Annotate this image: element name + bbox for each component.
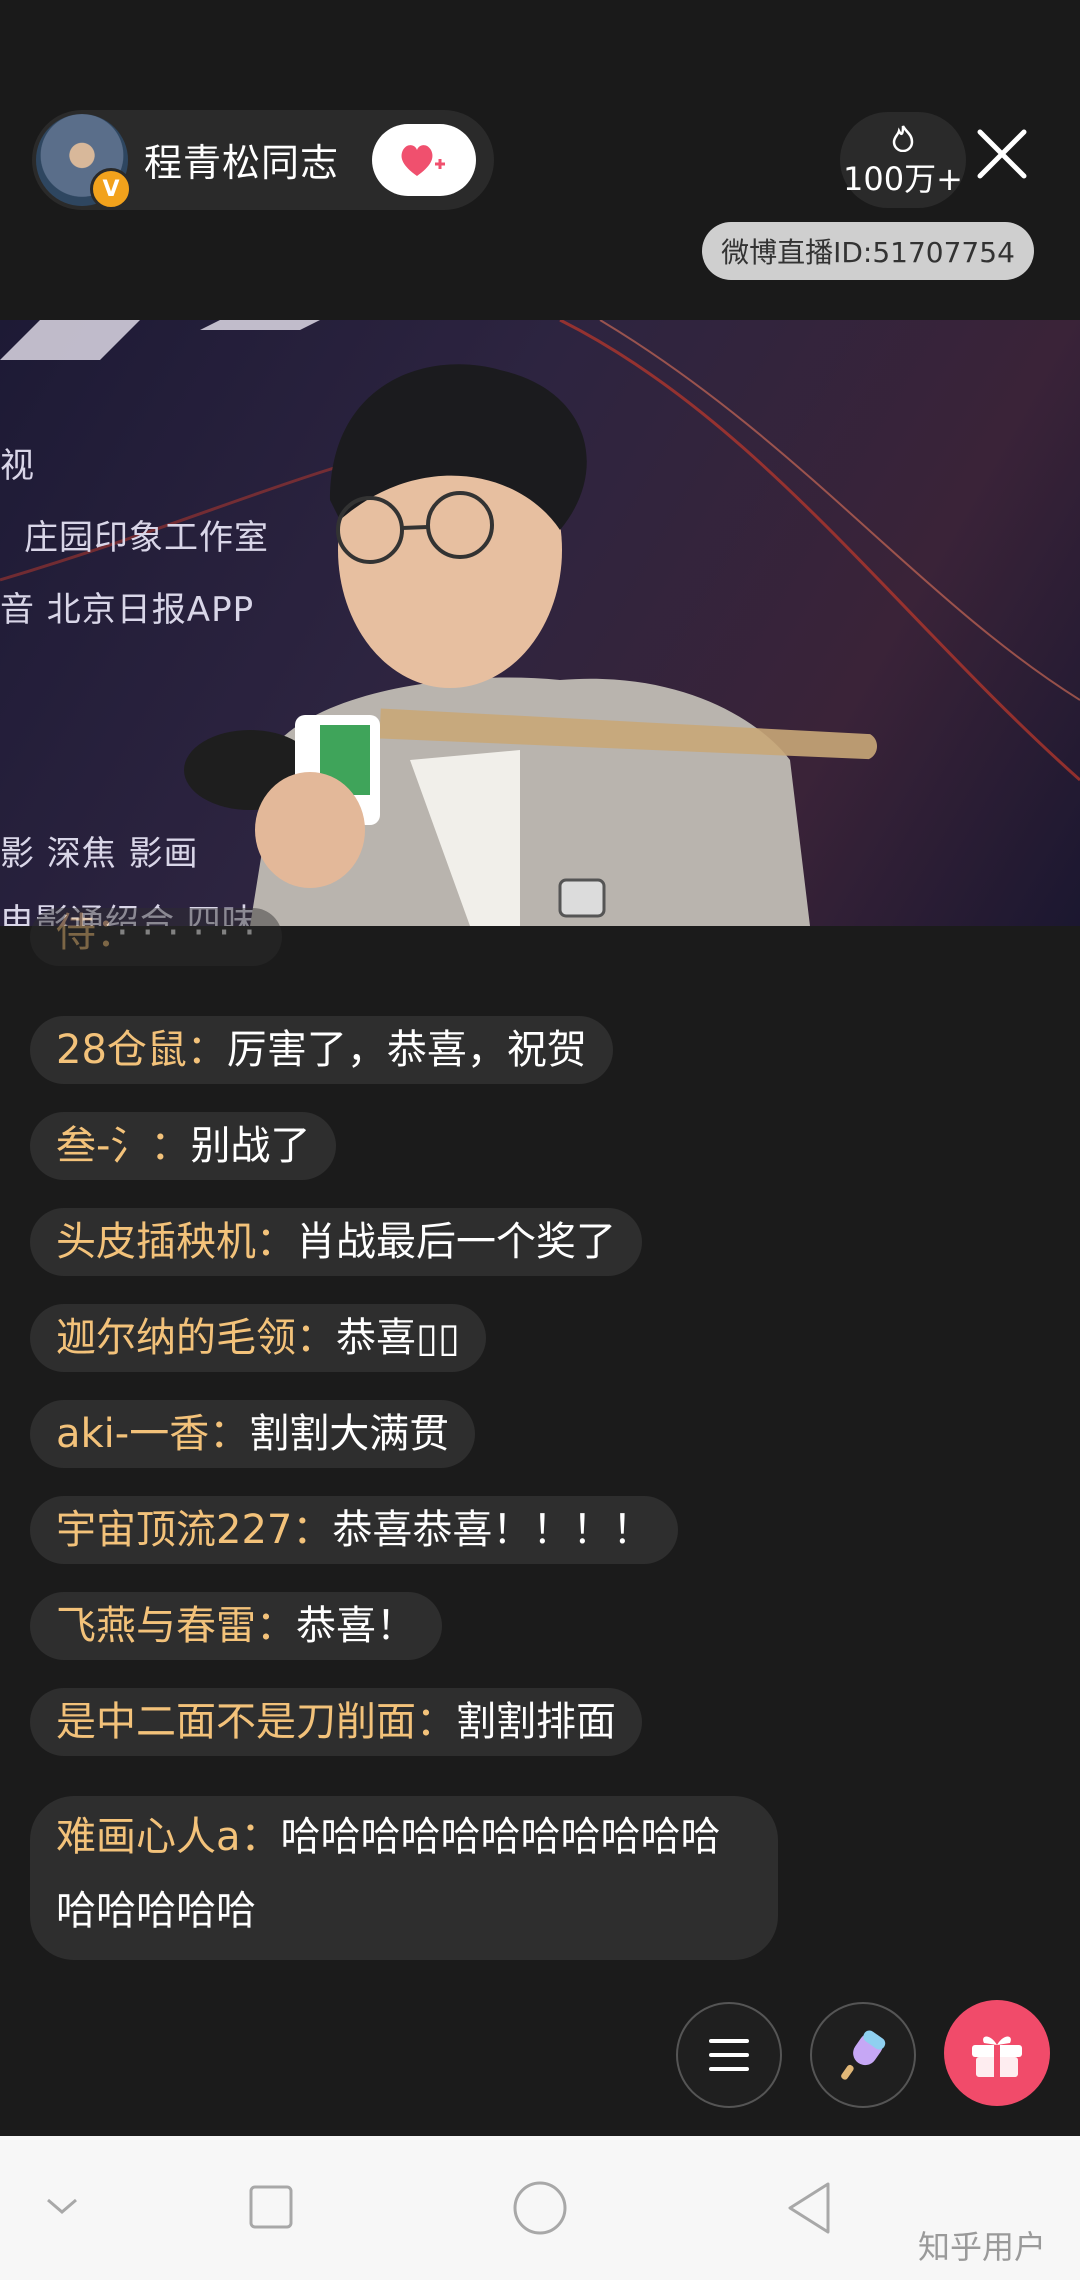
chat-text: 恭喜恭喜！！！！ [332,1507,653,1553]
chat-message: aki-一香：割割大满贯 [30,1400,476,1468]
chat-message: 叁-氵：别战了 [30,1112,337,1180]
chat-text: 别战了 [190,1123,311,1169]
top-bar: V 程青松同志 100万+ 微博直播ID:51707754 [0,0,1080,320]
system-nav-bar: 知乎用户 [0,2136,1080,2280]
flame-icon [892,125,914,152]
gift-icon [972,2036,1022,2077]
chat-text: 割割大满贯 [249,1411,450,1457]
follow-button[interactable] [372,124,476,196]
chat-username[interactable]: 头皮插秧机： [56,1219,296,1265]
chat-message: 头皮插秧机：肖战最后一个奖了 [30,1208,642,1276]
popsicle-button[interactable] [810,2002,916,2108]
chat-message: 28仓鼠：厉害了，恭喜，祝贺 [30,1016,613,1084]
chat-text: · · · · · · [116,910,256,956]
gift-button[interactable] [944,2000,1050,2106]
chat-message: 难画心人a：哈哈哈哈哈哈哈哈哈哈哈哈哈哈哈哈 [30,1796,778,1960]
chat-username[interactable]: 叁-氵： [56,1123,190,1169]
chat-message: 是中二面不是刀削面：割割排面 [30,1688,642,1756]
viewer-count[interactable]: 100万+ [840,112,966,208]
live-video[interactable]: 视 庄园印象工作室 音 北京日报APP 影 深焦 影画 电影通绍合 四味 [0,320,1080,926]
chevron-down-icon[interactable] [44,2194,80,2218]
chat-text: 肖战最后一个奖了 [296,1219,616,1265]
back-icon[interactable] [784,2180,834,2236]
chat-username[interactable]: 飞燕与春雷： [56,1603,296,1649]
watermark: 知乎用户 [918,2228,1047,2266]
menu-icon [709,2039,749,2071]
chat-username[interactable]: aki-一香： [56,1411,249,1457]
chat-message: 宇宙顶流227：恭喜恭喜！！！！ [30,1496,679,1564]
menu-button[interactable] [676,2002,782,2108]
live-id-badge: 微博直播ID:51707754 [702,222,1034,280]
chat-message: 飞燕与春雷：恭喜！ [30,1592,442,1660]
chat-username[interactable]: 迦尔纳的毛领： [56,1315,336,1361]
chat-text: 恭喜！ [296,1603,416,1649]
chat-text: 割割排面 [456,1699,616,1745]
chat-text: 厉害了，恭喜，祝贺 [226,1027,587,1073]
recent-apps-icon[interactable] [248,2184,294,2230]
host-info[interactable]: V 程青松同志 [32,110,494,210]
viewer-count-text: 100万+ [843,160,963,198]
host-name[interactable]: 程青松同志 [144,132,339,187]
chat-message: 侍：· · · · · · [30,908,282,966]
chat-username[interactable]: 侍： [56,910,116,956]
chat-message: 迦尔纳的毛领：恭喜▯▯ [30,1304,487,1372]
speaker-figure [184,364,877,926]
home-icon[interactable] [512,2180,568,2236]
chat-username[interactable]: 宇宙顶流227： [56,1507,332,1553]
chat-username[interactable]: 是中二面不是刀削面： [56,1699,456,1745]
chat-text: 恭喜▯▯ [336,1315,461,1361]
chat-username[interactable]: 难画心人a： [56,1814,281,1860]
verified-badge: V [90,168,132,210]
chat-username[interactable]: 28仓鼠： [56,1027,227,1073]
popsicle-icon [841,2030,886,2080]
close-icon[interactable] [972,124,1032,184]
heart-plus-icon [401,145,445,176]
